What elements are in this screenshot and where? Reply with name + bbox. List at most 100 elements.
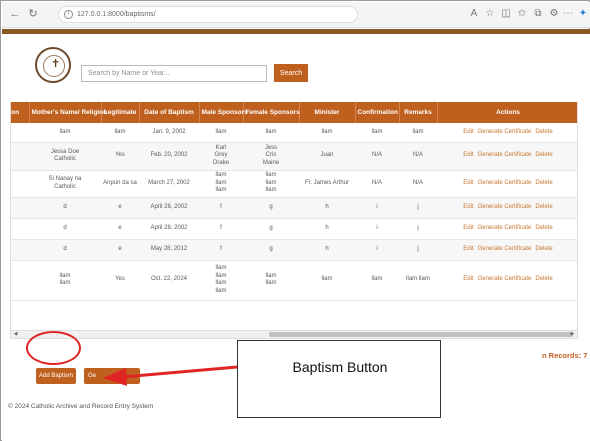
edit-link[interactable]: Edit [463, 246, 473, 252]
search-button[interactable]: Search [274, 64, 308, 82]
edit-link[interactable]: Edit [463, 152, 473, 158]
column-header: Confirmation [355, 102, 400, 123]
table-cell-religion [11, 197, 29, 219]
table-cell-legitimate: Yes [101, 142, 139, 171]
generate-certificate-link[interactable]: Generate Certificate [478, 180, 532, 186]
reload-icon[interactable]: ↻ [26, 7, 40, 21]
table-cell-male-sponsors: llam [199, 123, 243, 143]
table-cell-date: April 28, 2002 [139, 218, 199, 240]
edit-link[interactable]: Edit [463, 204, 473, 210]
edit-link[interactable]: Edit [463, 180, 473, 186]
generate-certificate-link[interactable]: Generate Certificate [478, 129, 532, 135]
table-cell-male-sponsors: f [199, 239, 243, 261]
table-row: i na licSi Nanay na CatholicAnpun da saM… [11, 170, 577, 198]
favorites-icon[interactable]: ✩ [516, 8, 528, 20]
generate-certificate-link[interactable]: Generate Certificate [478, 276, 532, 282]
generate-certificate-link[interactable]: Generate Certificate [478, 152, 532, 158]
edit-link[interactable]: Edit [463, 225, 473, 231]
table-cell-actions: Edit Generate Certificate Delete [437, 142, 577, 171]
table-cell-mother: d [29, 197, 101, 219]
table-cell-mother: llam [29, 123, 101, 143]
table-cell-minister: Juan [299, 142, 355, 171]
table-body: illamllamJan. 9, 2002llamllamllamllamlla… [11, 123, 577, 301]
delete-link[interactable]: Delete [535, 225, 552, 231]
table-cell-female-sponsors: llam llam llam [243, 170, 299, 198]
generate-button[interactable]: Ge [84, 368, 140, 384]
table-row: d e April 28, 2002 f g h i j Edit Generate Certif… [11, 197, 577, 219]
screenshot-frame: ← ↻ i 127.0.0.1:8000/baptisms/ A ☆ ◫ ✩ ⧉… [0, 0, 590, 441]
records-count: n Records: 7 [542, 351, 588, 360]
table-cell-minister: h [299, 218, 355, 240]
table-cell-remarks: N/A [399, 170, 437, 198]
table-cell-actions: Edit Generate Certificate Delete [437, 239, 577, 261]
table-cell-religion: i na lic [11, 170, 29, 198]
search-input[interactable] [81, 65, 267, 82]
table-cell-religion: i [11, 123, 29, 143]
table-cell-remarks: j [399, 239, 437, 261]
scroll-left-icon[interactable]: ◀ [11, 331, 20, 338]
table-row: d e April 28, 2002 f g h i j Edit Generate Certif… [11, 218, 577, 240]
delete-link[interactable]: Delete [535, 276, 552, 282]
table-cell-legitimate: e [101, 218, 139, 240]
delete-link[interactable]: Delete [535, 204, 552, 210]
delete-link[interactable]: Delete [535, 246, 552, 252]
generate-certificate-link[interactable]: Generate Certificate [478, 204, 532, 210]
delete-link[interactable]: Delete [535, 180, 552, 186]
delete-link[interactable]: Delete [535, 129, 552, 135]
browser-toolbar: ← ↻ i 127.0.0.1:8000/baptisms/ A ☆ ◫ ✩ ⧉… [2, 2, 590, 28]
cross-icon: ✝ [51, 58, 61, 70]
generate-certificate-link[interactable]: Generate Certificate [478, 246, 532, 252]
info-icon[interactable]: i [64, 10, 73, 19]
table-cell-legitimate: Yes [101, 260, 139, 301]
table-cell-female-sponsors: Jess Cris Maine [243, 142, 299, 171]
table-cell-mother: Jessa Doe Catholic [29, 142, 101, 171]
table-cell-confirmation: i [355, 197, 399, 219]
column-header: Actions [437, 102, 577, 123]
table-cell-legitimate: Anpun da sa [101, 170, 139, 198]
table-cell-confirmation: llam [355, 123, 399, 143]
edit-link[interactable]: Edit [463, 276, 473, 282]
url-text: 127.0.0.1:8000/baptisms/ [77, 11, 156, 18]
table-cell-actions: Edit Generate Certificate Delete [437, 260, 577, 301]
table-row: hes licJessa Doe CatholicYesFeb. 20, 200… [11, 142, 577, 171]
more-icon[interactable]: ⋯ [562, 8, 574, 20]
copyright-text: © 2024 Catholic Archive and Record Entry… [8, 403, 154, 410]
table-cell-female-sponsors: g [243, 239, 299, 261]
table-cell-male-sponsors: f [199, 197, 243, 219]
generate-certificate-link[interactable]: Generate Certificate [478, 225, 532, 231]
table-cell-female-sponsors: g [243, 218, 299, 240]
table-cell-remarks: llam llam [399, 260, 437, 301]
star-icon[interactable]: ☆ [484, 8, 496, 20]
address-bar[interactable]: i 127.0.0.1:8000/baptisms/ [58, 6, 358, 23]
table-cell-confirmation: i [355, 218, 399, 240]
baptism-table-container[interactable]: s' ReligionMother's Name/ ReligionLegiti… [10, 102, 578, 330]
column-header: Female Sponsors [243, 102, 300, 123]
extensions-icon[interactable]: ⚙ [548, 8, 560, 20]
callout-box: Baptism Button [237, 340, 441, 418]
edit-link[interactable]: Edit [463, 129, 473, 135]
table-cell-mother: d [29, 239, 101, 261]
table-cell-remarks: j [399, 218, 437, 240]
table-cell-religion [11, 260, 29, 301]
column-header: Legitimate [101, 102, 140, 123]
table-row: llam llam Yes Oct. 22, 2024 llam llam llam … [11, 260, 577, 301]
horizontal-scrollbar[interactable]: ◀ ▶ [10, 330, 578, 339]
split-screen-icon[interactable]: ◫ [500, 8, 512, 20]
table-cell-female-sponsors: llam [243, 123, 299, 143]
back-icon[interactable]: ← [8, 7, 22, 21]
scrollbar-thumb[interactable] [269, 332, 573, 337]
add-baptism-button[interactable]: Add Baptism [36, 368, 76, 384]
table-cell-date: March 27, 2002 [139, 170, 199, 198]
read-aloud-icon[interactable]: A [468, 8, 480, 20]
table-cell-confirmation: N/A [355, 170, 399, 198]
table-cell-mother: llam llam [29, 260, 101, 301]
scroll-right-icon[interactable]: ▶ [568, 331, 577, 338]
table-cell-date: Oct. 22, 2024 [139, 260, 199, 301]
column-header: s' Religion [11, 102, 30, 123]
table-cell-male-sponsors: f [199, 218, 243, 240]
delete-link[interactable]: Delete [535, 152, 552, 158]
copilot-icon[interactable]: ✦ [577, 8, 589, 20]
collections-icon[interactable]: ⧉ [532, 8, 544, 20]
table-cell-mother: Si Nanay na Catholic [29, 170, 101, 198]
column-header: Minister [299, 102, 356, 123]
